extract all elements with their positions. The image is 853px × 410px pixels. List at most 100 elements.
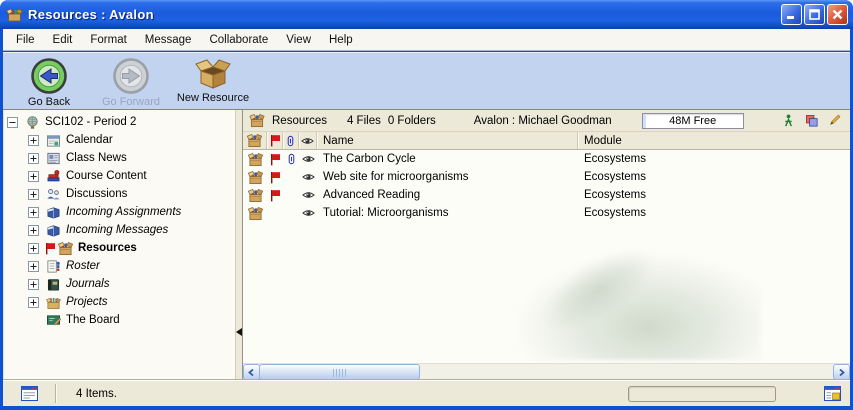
tree-item-the-board[interactable]: The Board <box>3 311 235 329</box>
list-item[interactable]: Tutorial: Microorganisms Ecosystems <box>243 204 850 222</box>
expand-icon[interactable] <box>28 189 39 200</box>
tree-item-label: Incoming Assignments <box>66 206 181 218</box>
menu-file[interactable]: File <box>7 31 44 49</box>
collapse-panel-arrow-icon[interactable] <box>236 328 242 336</box>
viewed-eye-icon <box>302 152 315 166</box>
newspaper-icon <box>46 151 61 166</box>
copy-documents-icon[interactable] <box>804 113 819 128</box>
menu-help[interactable]: Help <box>320 31 362 49</box>
horizontal-scrollbar[interactable] <box>243 363 850 380</box>
go-back-button[interactable]: Go Back <box>11 57 87 108</box>
menu-view[interactable]: View <box>277 31 320 49</box>
column-header-row: Name Module <box>243 132 850 150</box>
minimize-icon <box>786 9 797 20</box>
chevron-right-icon <box>837 368 846 377</box>
tree-item-course[interactable]: SCI102 - Period 2 <box>3 113 235 131</box>
close-button[interactable] <box>827 4 848 25</box>
server-user-label: Avalon : Michael Goodman <box>474 115 612 127</box>
tree-item-label: Class News <box>66 152 127 164</box>
tree-item-label: Projects <box>66 296 108 308</box>
resource-box-icon <box>248 170 263 185</box>
column-item-icon[interactable] <box>243 132 267 149</box>
tree-item-calendar[interactable]: Calendar <box>3 131 235 149</box>
expand-icon[interactable] <box>28 297 39 308</box>
expand-icon[interactable] <box>28 153 39 164</box>
new-resource-button[interactable]: New Resource <box>175 57 251 104</box>
expand-icon[interactable] <box>28 225 39 236</box>
resource-box-icon <box>248 188 263 203</box>
tree-item-incoming-messages[interactable]: Incoming Messages <box>3 221 235 239</box>
menu-bar: File Edit Format Message Collaborate Vie… <box>3 29 850 51</box>
column-viewed[interactable] <box>299 132 317 149</box>
tree-item-journals[interactable]: Journals <box>3 275 235 293</box>
go-forward-icon <box>112 57 150 95</box>
expand-icon[interactable] <box>28 207 39 218</box>
item-name: Tutorial: Microorganisms <box>317 207 578 219</box>
tree-item-label: Discussions <box>66 188 127 200</box>
list-item[interactable]: Web site for microorganisms Ecosystems <box>243 168 850 186</box>
go-forward-label: Go Forward <box>102 96 160 108</box>
flag-icon <box>269 189 281 202</box>
people-icon <box>46 187 61 202</box>
menu-edit[interactable]: Edit <box>44 31 82 49</box>
tree-item-projects[interactable]: Projects <box>3 293 235 311</box>
blue-book-icon <box>46 205 61 220</box>
status-bar: 4 Items. <box>3 380 850 406</box>
menu-message[interactable]: Message <box>136 31 201 49</box>
title-bar[interactable]: Resources : Avalon <box>0 0 853 29</box>
column-attachment[interactable] <box>283 132 299 149</box>
tree-item-incoming-assignments[interactable]: Incoming Assignments <box>3 203 235 221</box>
app-resource-box-icon <box>6 7 23 23</box>
maximize-button[interactable] <box>804 4 825 25</box>
resource-box-icon <box>249 113 265 128</box>
course-globe-icon <box>25 115 40 130</box>
tree-item-resources[interactable]: Resources <box>3 239 235 257</box>
viewed-eye-icon <box>302 206 315 220</box>
scroll-left-button[interactable] <box>243 364 260 380</box>
new-resource-label: New Resource <box>177 92 249 104</box>
expand-icon[interactable] <box>28 243 39 254</box>
file-list: The Carbon Cycle Ecosystems Web site for… <box>243 150 850 363</box>
collapse-icon[interactable] <box>7 117 18 128</box>
blue-book-icon <box>46 223 61 238</box>
panel-splitter[interactable] <box>235 110 242 380</box>
menu-format[interactable]: Format <box>81 31 135 49</box>
status-separator <box>55 384 56 403</box>
list-item[interactable]: Advanced Reading Ecosystems <box>243 186 850 204</box>
view-toggle-button[interactable] <box>3 386 55 401</box>
free-space-label: 48M Free <box>669 115 716 127</box>
tree-item-course-content[interactable]: Course Content <box>3 167 235 185</box>
member-person-icon[interactable] <box>781 113 796 128</box>
column-flag[interactable] <box>267 132 283 149</box>
file-count: 4 Files <box>347 115 381 127</box>
resource-box-icon <box>58 241 73 256</box>
attachment-paperclip-icon <box>284 134 297 148</box>
split-view-button[interactable] <box>824 386 841 401</box>
go-back-label: Go Back <box>28 96 70 108</box>
tree-item-label: The Board <box>66 314 120 326</box>
tree-item-label: SCI102 - Period 2 <box>45 116 136 128</box>
go-forward-button[interactable]: Go Forward <box>93 57 169 108</box>
roster-list-icon <box>46 259 61 274</box>
column-name[interactable]: Name <box>317 132 578 149</box>
minimize-button[interactable] <box>781 4 802 25</box>
expand-icon[interactable] <box>28 171 39 182</box>
scroll-right-button[interactable] <box>833 364 850 380</box>
chalkboard-icon <box>46 313 61 328</box>
tree-item-label: Roster <box>66 260 100 272</box>
item-module: Ecosystems <box>578 171 850 183</box>
new-resource-box-icon <box>194 57 232 91</box>
tree-item-class-news[interactable]: Class News <box>3 149 235 167</box>
edit-pencil-icon[interactable] <box>827 113 842 128</box>
menu-collaborate[interactable]: Collaborate <box>200 31 277 49</box>
column-module[interactable]: Module <box>578 135 850 147</box>
expand-icon[interactable] <box>28 261 39 272</box>
tree-item-label: Course Content <box>66 170 147 182</box>
list-item[interactable]: The Carbon Cycle Ecosystems <box>243 150 850 168</box>
expand-icon[interactable] <box>28 135 39 146</box>
tree-item-discussions[interactable]: Discussions <box>3 185 235 203</box>
tree-item-roster[interactable]: Roster <box>3 257 235 275</box>
expand-icon[interactable] <box>28 279 39 290</box>
scrollbar-thumb[interactable] <box>259 364 420 380</box>
window-title: Resources : Avalon <box>28 7 781 22</box>
